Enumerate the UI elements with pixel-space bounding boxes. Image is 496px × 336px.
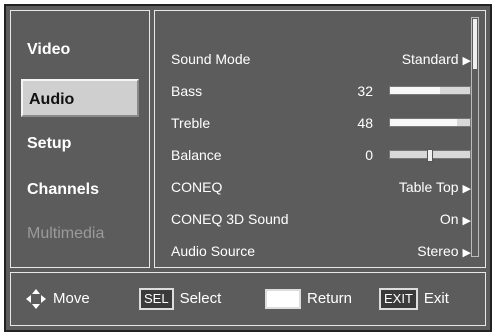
category-video[interactable]: Video [27,41,70,59]
audio-source-row[interactable]: Audio Source Stereo ▶ [171,243,471,263]
coneq-3d-row[interactable]: CONEQ 3D Sound On ▶ [171,211,471,231]
treble-row[interactable]: Treble 48 [171,115,471,135]
coneq-value: Table Top ▶ [398,179,471,195]
coneq-label: CONEQ [171,179,223,195]
balance-slider-knob[interactable] [427,149,433,162]
treble-label: Treble [171,115,211,131]
category-multimedia: Multimedia [27,225,105,242]
sound-mode-label: Sound Mode [171,51,251,67]
treble-slider[interactable] [389,118,471,127]
return-hint: Return [265,286,352,312]
sound-mode-value: Standard ▶ [401,51,471,67]
return-key [265,289,301,310]
return-label: Return [307,290,353,307]
exit-key: EXIT [379,288,418,311]
balance-row[interactable]: Balance 0 [171,147,471,167]
bass-slider[interactable] [389,86,471,95]
category-pane: Video Audio Setup Channels Multimedia [10,10,150,268]
exit-label: Exit [423,290,449,307]
sound-mode-row[interactable]: Sound Mode Standard ▶ [171,51,471,71]
coneq-row[interactable]: CONEQ Table Top ▶ [171,179,471,199]
control-hints-bar: Move SEL Select Return EXIT Exit [10,272,486,326]
balance-label: Balance [171,147,222,163]
right-triangle-icon: ▶ [462,183,471,195]
select-label: Select [179,290,222,307]
treble-value: 48 [357,115,373,131]
osd-menu: Video Audio Setup Channels Multimedia So… [4,4,492,332]
treble-slider-fill [390,119,458,126]
audio-settings-pane: Sound Mode Standard ▶ Bass 32 Treble 48 B… [154,10,486,268]
move-label: Move [53,290,90,307]
four-way-arrow-icon [26,289,46,310]
right-triangle-icon: ▶ [462,55,471,67]
move-hint: Move [25,286,90,312]
right-triangle-icon: ▶ [462,215,471,227]
category-audio[interactable]: Audio [21,79,139,117]
exit-hint: EXIT Exit [379,286,449,312]
bass-slider-fill [390,87,440,94]
category-channels[interactable]: Channels [27,181,99,199]
right-triangle-icon: ▶ [462,247,471,259]
bass-row[interactable]: Bass 32 [171,83,471,103]
bass-value: 32 [357,83,373,99]
scrollbar[interactable] [471,17,479,257]
coneq-3d-value: On ▶ [439,211,471,227]
coneq-3d-label: CONEQ 3D Sound [171,211,289,227]
scrollbar-thumb[interactable] [473,19,477,69]
bass-label: Bass [171,83,203,99]
audio-source-label: Audio Source [171,243,256,259]
sel-key: SEL [139,288,174,311]
audio-source-value: Stereo ▶ [417,243,471,259]
category-setup[interactable]: Setup [27,135,71,153]
balance-slider[interactable] [389,149,471,162]
select-hint: SEL Select [139,286,221,312]
balance-value: 0 [365,147,373,163]
